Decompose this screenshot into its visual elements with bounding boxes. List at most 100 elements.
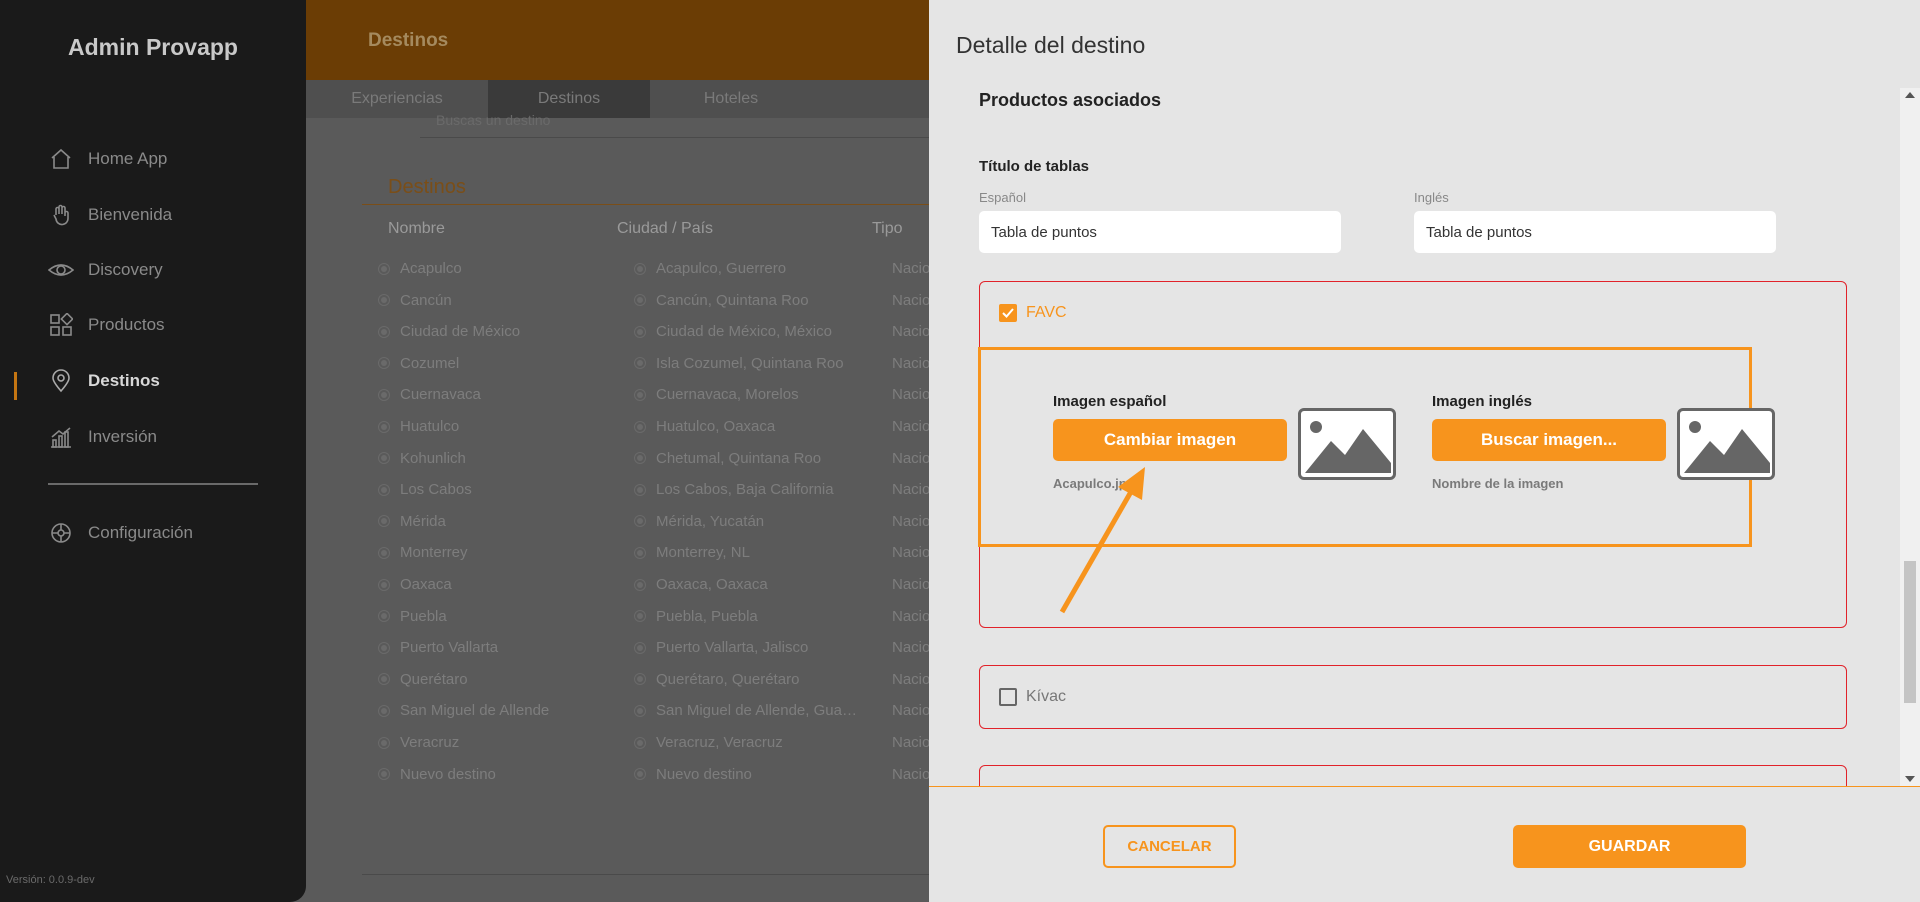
cell-text: Querétaro xyxy=(400,670,468,688)
radio-icon[interactable] xyxy=(378,736,390,749)
table-title-label: Título de tablas xyxy=(979,158,1090,175)
radio-icon[interactable] xyxy=(634,357,646,370)
product-card-kivac: Kívac xyxy=(979,665,1847,729)
table-cell-name: Cuernavaca xyxy=(378,386,481,403)
grid-icon xyxy=(48,312,74,338)
product-card-next xyxy=(979,765,1847,786)
radio-icon[interactable] xyxy=(634,420,646,433)
favc-checkbox[interactable] xyxy=(999,304,1017,322)
sidebar-item-home-app[interactable]: Home App xyxy=(48,144,167,174)
table-cell-type: Nacio xyxy=(892,702,930,719)
sidebar-item-bienvenida[interactable]: Bienvenida xyxy=(48,200,172,230)
table-cell-city: Ciudad de México, México xyxy=(634,323,832,340)
scroll-up-icon[interactable] xyxy=(1905,92,1915,98)
cell-text: Nacio xyxy=(892,418,931,435)
radio-icon[interactable] xyxy=(634,704,646,717)
radio-icon[interactable] xyxy=(634,641,646,654)
column-header-tipo: Tipo xyxy=(872,220,903,237)
radio-icon[interactable] xyxy=(378,768,390,781)
table-cell-city: Chetumal, Quintana Roo xyxy=(634,450,821,467)
kivac-checkbox[interactable] xyxy=(999,688,1017,706)
cell-text: Oaxaca, Oaxaca xyxy=(656,576,768,593)
radio-icon[interactable] xyxy=(378,704,390,717)
column-header-nombre: Nombre xyxy=(388,220,445,237)
table-cell-type: Nacio xyxy=(892,260,930,277)
list-divider xyxy=(362,204,962,205)
table-cell-name: Nuevo destino xyxy=(378,766,496,783)
cell-text: Nacio xyxy=(892,512,931,530)
cancel-button[interactable]: CANCELAR xyxy=(1103,825,1236,868)
scrollbar-thumb[interactable] xyxy=(1904,561,1916,703)
table-cell-name: Ciudad de México xyxy=(378,323,520,340)
radio-icon[interactable] xyxy=(634,294,646,307)
sidebar-item-discovery[interactable]: Discovery xyxy=(48,255,163,285)
cell-text: Monterrey xyxy=(400,544,468,562)
english-title-input[interactable] xyxy=(1414,211,1776,253)
radio-icon[interactable] xyxy=(634,546,646,559)
radio-icon[interactable] xyxy=(378,325,390,338)
sidebar-item-configuracion[interactable]: Configuración xyxy=(48,518,193,548)
table-cell-name: Puerto Vallarta xyxy=(378,639,498,656)
table-cell-city: Huatulco, Oaxaca xyxy=(634,418,775,435)
radio-icon[interactable] xyxy=(634,578,646,591)
spanish-title-input[interactable] xyxy=(979,211,1341,253)
panel-scrollbar[interactable] xyxy=(1900,88,1920,786)
radio-icon[interactable] xyxy=(634,610,646,623)
eye-icon xyxy=(48,257,74,283)
radio-icon[interactable] xyxy=(634,388,646,401)
version-label: Versión: 0.0.9-dev xyxy=(6,874,95,886)
cell-text: Acapulco, Guerrero xyxy=(656,260,787,277)
radio-icon[interactable] xyxy=(378,357,390,370)
cell-text: Nacio xyxy=(892,323,931,341)
radio-icon[interactable] xyxy=(634,768,646,781)
radio-icon[interactable] xyxy=(634,262,646,275)
scroll-down-icon[interactable] xyxy=(1905,776,1915,782)
radio-icon[interactable] xyxy=(634,452,646,465)
radio-icon[interactable] xyxy=(378,483,390,496)
radio-icon[interactable] xyxy=(378,262,390,275)
radio-icon[interactable] xyxy=(378,610,390,623)
radio-icon[interactable] xyxy=(378,294,390,307)
sidebar-item-destinos[interactable]: Destinos xyxy=(48,366,160,396)
radio-icon[interactable] xyxy=(378,641,390,654)
brand-title: Admin Provapp xyxy=(68,34,238,60)
radio-icon[interactable] xyxy=(378,546,390,559)
radio-icon[interactable] xyxy=(634,515,646,528)
table-cell-city: Isla Cozumel, Quintana Roo xyxy=(634,355,844,372)
cell-text: Nacio xyxy=(892,449,931,467)
sidebar-item-inversion[interactable]: Inversión xyxy=(48,422,157,452)
table-cell-city: Acapulco, Guerrero xyxy=(634,260,786,277)
radio-icon[interactable] xyxy=(378,673,390,686)
radio-icon[interactable] xyxy=(634,736,646,749)
radio-icon[interactable] xyxy=(634,325,646,338)
radio-icon[interactable] xyxy=(378,388,390,401)
cell-text: Nacio xyxy=(892,639,931,657)
radio-icon[interactable] xyxy=(378,578,390,591)
active-indicator xyxy=(14,372,17,400)
home-icon xyxy=(48,146,74,172)
cell-text: Nacio xyxy=(892,576,931,593)
table-cell-type: Nacio xyxy=(892,544,930,561)
search-input[interactable]: Buscas un destino xyxy=(420,112,940,138)
table-cell-type: Nacio xyxy=(892,671,930,688)
cell-text: Huatulco, Oaxaca xyxy=(656,418,776,435)
change-image-button[interactable]: Cambiar imagen xyxy=(1053,419,1287,461)
cell-text: Nacio xyxy=(892,386,931,404)
table-cell-name: Veracruz xyxy=(378,734,459,751)
cell-text: Puebla xyxy=(400,607,447,625)
save-button[interactable]: GUARDAR xyxy=(1513,825,1746,868)
cell-text: Cancún xyxy=(400,291,452,309)
sidebar-item-productos[interactable]: Productos xyxy=(48,310,165,340)
cell-text: Puerto Vallarta, Jalisco xyxy=(656,639,809,657)
favc-label: FAVC xyxy=(1026,304,1067,321)
radio-icon[interactable] xyxy=(378,420,390,433)
cell-text: Querétaro, Querétaro xyxy=(656,670,800,688)
search-image-button[interactable]: Buscar imagen... xyxy=(1432,419,1666,461)
cell-text: Mérida xyxy=(400,512,446,530)
table-cell-name: Huatulco xyxy=(378,418,459,435)
cell-text: Nacio xyxy=(892,670,931,688)
radio-icon[interactable] xyxy=(378,515,390,528)
radio-icon[interactable] xyxy=(634,673,646,686)
radio-icon[interactable] xyxy=(378,452,390,465)
radio-icon[interactable] xyxy=(634,483,646,496)
